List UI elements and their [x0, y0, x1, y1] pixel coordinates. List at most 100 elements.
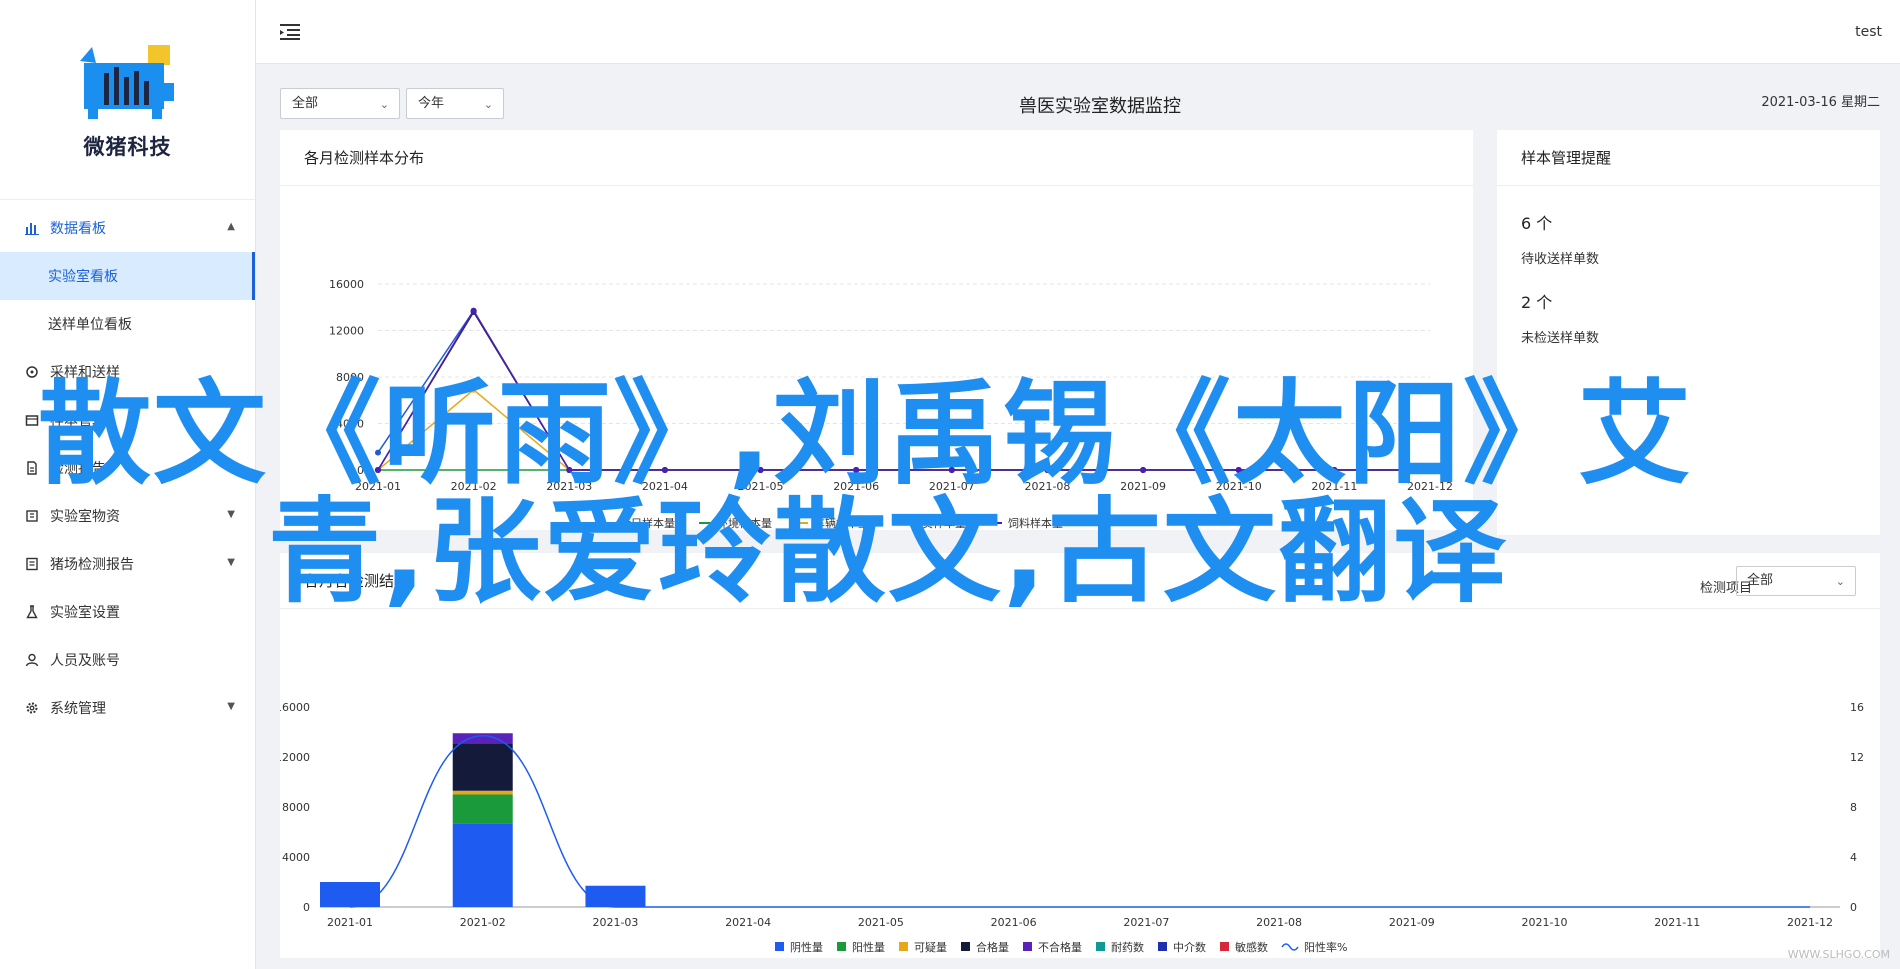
data-point: [661, 467, 668, 473]
legend-swatch: [899, 942, 908, 951]
y2-tick-label: 12: [1850, 751, 1864, 764]
x-tick-label: 2021-11: [1654, 916, 1700, 929]
legend-swatch: [1096, 942, 1105, 951]
legend-label: 车辆样本量: [814, 516, 869, 530]
x-tick-label: 2021-09: [1389, 916, 1435, 929]
user-name[interactable]: test: [1855, 24, 1882, 40]
legend-label: 阳性率%: [1304, 940, 1347, 954]
legend-swatch: [1281, 943, 1299, 951]
chevron-down-icon: ▼: [227, 413, 235, 424]
card-title: 样本管理提醒: [1497, 130, 1880, 186]
y-tick-label: 4000: [336, 418, 364, 431]
legend-label: 可疑量: [914, 941, 947, 954]
menu-fold-icon[interactable]: [280, 23, 300, 41]
data-point: [1140, 467, 1147, 473]
sidebar-item-label: 实验室看板: [48, 269, 118, 285]
data-point: [566, 467, 573, 473]
x-tick-label: 2021-06: [833, 480, 879, 493]
sampling-icon: [24, 364, 40, 380]
box-icon: [24, 412, 40, 428]
page-date: 2021-03-16 星期二: [1761, 95, 1880, 110]
data-point: [757, 467, 764, 473]
chevron-down-icon: ⌄: [483, 98, 493, 111]
data-point: [1331, 467, 1338, 473]
scope-select-value: 全部: [292, 96, 319, 111]
monthly-samples-line-chart: 0 4000 8000 12000 16000 2021-01 2021-02 2021-03…: [329, 278, 1453, 530]
untested-count: 2 个: [1521, 293, 1553, 312]
sidebar-item-label: 系统管理: [50, 701, 106, 717]
sidebar-item-samples[interactable]: 样本管理 ▼: [0, 396, 255, 444]
sidebar-item-unit-dashboard[interactable]: 送样单位看板: [0, 300, 255, 348]
test-results-card: 各月各检测结果 检测项目 全部 ⌄ 0400080001200016000048…: [275, 553, 1880, 958]
series-line: [377, 309, 1430, 471]
period-select[interactable]: 今年 ⌄: [406, 88, 504, 119]
sidebar-item-label: 样本管理: [50, 413, 106, 429]
y2-tick-label: 4: [1850, 851, 1857, 864]
y-tick-label: 8000: [282, 801, 310, 814]
sidebar-item-system[interactable]: 系统管理 ▼: [0, 684, 255, 732]
chevron-down-icon: ▼: [227, 701, 235, 712]
x-tick-label: 2021-12: [1787, 916, 1833, 929]
sidebar-item-lab-settings[interactable]: 实验室设置: [0, 588, 255, 636]
data-point: [470, 467, 477, 473]
x-tick-label: 2021-11: [1311, 480, 1357, 493]
legend-swatch: [1158, 942, 1167, 951]
sidebar-item-label: 人员及账号: [50, 653, 120, 669]
legend-swatch: [837, 942, 846, 951]
sample-alert-card: 样本管理提醒 6 个 待收送样单数 2 个 未检送样单数: [1497, 130, 1880, 535]
series-line: [377, 309, 1430, 471]
user-icon: [24, 652, 40, 668]
x-tick-label: 2021-06: [991, 916, 1037, 929]
data-point: [853, 467, 860, 473]
y2-tick-label: 16: [1850, 701, 1864, 714]
sidebar-item-dashboard[interactable]: 数据看板 ▲: [0, 204, 255, 252]
lab-settings-icon: [24, 604, 40, 620]
y-tick-label: 4000: [282, 851, 310, 864]
gear-icon: [24, 700, 40, 716]
report-icon: [24, 460, 40, 476]
x-tick-label: 2021-01: [355, 480, 401, 493]
y2-tick-label: 8: [1850, 801, 1857, 814]
card-title: 各月各检测结果: [280, 553, 1880, 609]
bar-segment: [452, 823, 513, 907]
sidebar-item-farm-reports[interactable]: 猪场检测报告 ▼: [0, 540, 255, 588]
sidebar-item-label: 数据看板: [50, 221, 106, 237]
sidebar-item-accounts[interactable]: 人员及账号: [0, 636, 255, 684]
series-line: [377, 388, 1430, 471]
y2-tick-label: 0: [1850, 901, 1857, 914]
sidebar-item-label: 猪场检测报告: [50, 557, 134, 573]
watermark: WWW.SLHGO.COM: [1787, 948, 1890, 961]
scope-select[interactable]: 全部 ⌄: [280, 88, 400, 119]
page-title: 兽医实验室数据监控: [1019, 96, 1181, 117]
card-title: 各月检测样本分布: [280, 130, 1473, 186]
farm-report-icon: [24, 556, 40, 572]
data-point: [470, 307, 477, 314]
sidebar-item-lab-dashboard[interactable]: 实验室看板: [0, 252, 255, 300]
legend-label: 环境样本量: [717, 516, 772, 530]
sidebar-item-label: 检测报告: [50, 461, 106, 477]
sidebar-item-supplies[interactable]: 实验室物资 ▼: [0, 492, 255, 540]
legend-swatch: [775, 942, 784, 951]
pending-receive-count: 6 个: [1521, 214, 1553, 233]
sidebar-item-sampling[interactable]: 采样和送样: [0, 348, 255, 396]
x-tick-label: 2021-03: [546, 480, 592, 493]
x-tick-label: 2021-03: [592, 916, 638, 929]
chevron-down-icon: ⌄: [1835, 575, 1845, 588]
x-tick-label: 2021-04: [642, 480, 688, 493]
x-tick-label: 2021-12: [1407, 480, 1453, 493]
chevron-down-icon: ▼: [227, 461, 235, 472]
y-tick-label: 0: [357, 464, 364, 477]
test-item-select[interactable]: 全部 ⌄: [1736, 566, 1856, 596]
x-tick-label: 2021-02: [451, 480, 497, 493]
sidebar-item-reports[interactable]: 检测报告 ▼: [0, 444, 255, 492]
logo-text: 微猪科技: [83, 134, 172, 159]
x-tick-label: 2021-02: [460, 916, 506, 929]
legend-swatch: [961, 942, 970, 951]
x-tick-label: 2021-10: [1522, 916, 1568, 929]
y-tick-label: 0: [303, 901, 310, 914]
data-point: [375, 467, 381, 473]
legend-swatch: [1023, 942, 1032, 951]
test-item-select-value: 全部: [1747, 573, 1774, 588]
bar-segment: [452, 790, 513, 795]
x-tick-label: 2021-01: [327, 916, 373, 929]
